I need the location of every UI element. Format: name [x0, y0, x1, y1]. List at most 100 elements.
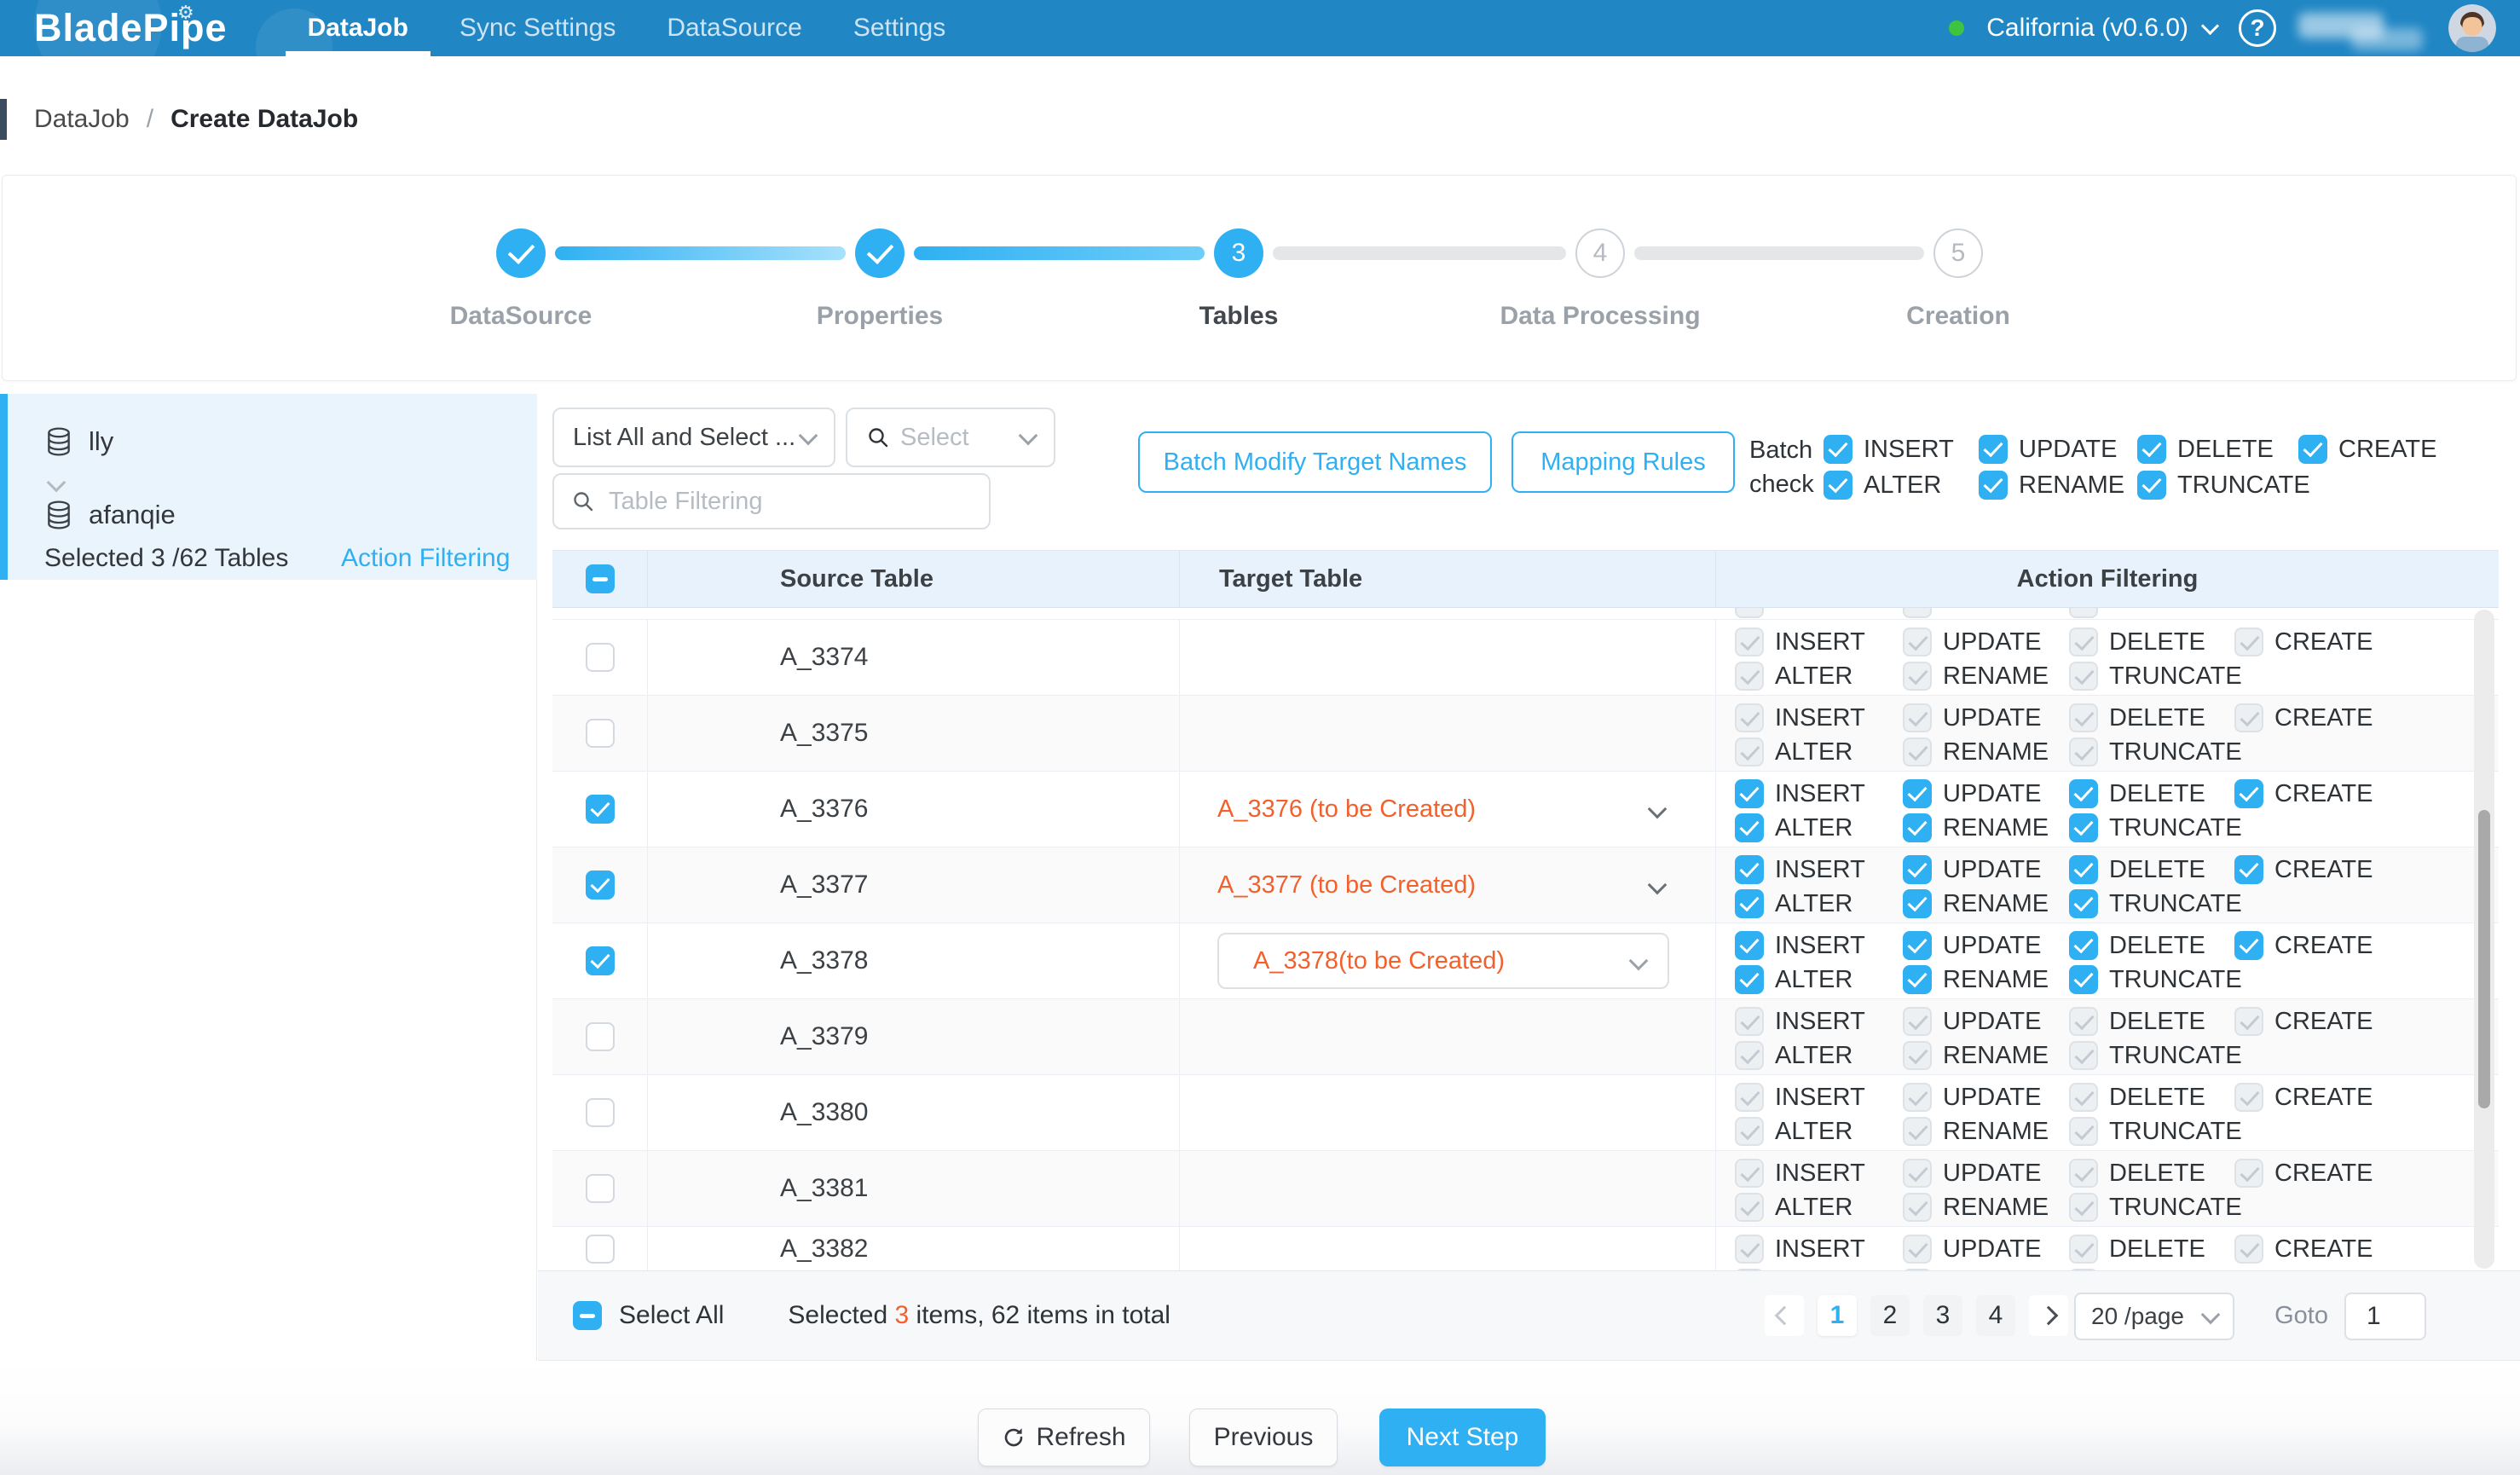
action-checkbox-delete[interactable]: [2069, 779, 2098, 808]
action-checkbox-alter[interactable]: [1735, 889, 1764, 918]
mapping-rules-button[interactable]: Mapping Rules: [1511, 431, 1735, 493]
step-connector: [1273, 246, 1566, 260]
row-checkbox[interactable]: [586, 1174, 615, 1203]
row-checkbox[interactable]: [586, 643, 615, 672]
action-filter-item: INSERT: [1735, 1159, 1865, 1188]
target-table-name[interactable]: A_3376 (to be Created): [1217, 795, 1476, 824]
batch-checkbox-create[interactable]: [2298, 435, 2327, 464]
breadcrumb-parent[interactable]: DataJob: [34, 105, 130, 134]
nav-right-cluster: California (v0.6.0) ?: [1949, 4, 2496, 52]
select-all-header-checkbox[interactable]: [586, 564, 615, 593]
action-checkbox-rename[interactable]: [1903, 889, 1932, 918]
action-checkbox-alter[interactable]: [1735, 813, 1764, 842]
page-button-1[interactable]: 1: [1818, 1295, 1857, 1336]
goto-page-input[interactable]: [2344, 1293, 2426, 1340]
batch-checkbox-delete[interactable]: [2137, 435, 2166, 464]
help-icon[interactable]: ?: [2239, 9, 2276, 47]
source-db-name: lly: [89, 426, 113, 457]
source-db-row: lly: [44, 426, 113, 457]
wizard-stepper: 3 4 5 DataSource Properties Tables Data …: [2, 175, 2517, 381]
nav-item-settings[interactable]: Settings: [828, 0, 971, 56]
list-mode-dropdown[interactable]: List All and Select ...: [552, 408, 835, 467]
breadcrumb-accent-bar: [0, 99, 7, 140]
next-step-button[interactable]: Next Step: [1379, 1408, 1546, 1466]
row-checkbox[interactable]: [586, 795, 615, 824]
batch-modify-target-names-button[interactable]: Batch Modify Target Names: [1138, 431, 1492, 493]
target-table-select[interactable]: A_3378(to be Created): [1217, 933, 1669, 989]
select-all-checkbox[interactable]: [573, 1301, 602, 1330]
page-size-select[interactable]: 20 /page: [2074, 1293, 2234, 1340]
row-checkbox[interactable]: [586, 1235, 615, 1264]
chevron-right-icon: [2039, 1306, 2059, 1326]
action-checkbox-delete: [2069, 1007, 2098, 1036]
action-filter-item: RENAME: [1903, 889, 2049, 918]
action-checkbox-update: [1903, 703, 1932, 732]
previous-button[interactable]: Previous: [1189, 1408, 1338, 1466]
user-avatar[interactable]: [2448, 4, 2496, 52]
batch-checkbox-insert[interactable]: [1824, 435, 1852, 464]
action-checkbox-rename: [1903, 738, 1932, 766]
action-checkbox-delete: [2069, 1235, 2098, 1264]
action-filter-item: RENAME: [1903, 1041, 2049, 1070]
action-checkbox-truncate: [2069, 662, 2098, 691]
page-button-3[interactable]: 3: [1923, 1295, 1962, 1336]
action-filter-item: TRUNCATE: [2069, 738, 2242, 766]
cluster-selector[interactable]: California (v0.6.0): [1986, 14, 2217, 43]
action-checkbox-truncate[interactable]: [2069, 965, 2098, 994]
row-checkbox[interactable]: [586, 946, 615, 975]
action-checkbox-create[interactable]: [2234, 779, 2263, 808]
nav-item-sync-settings[interactable]: Sync Settings: [434, 0, 641, 56]
action-filtering-link[interactable]: Action Filtering: [341, 544, 510, 573]
batch-checkbox-alter[interactable]: [1824, 471, 1852, 500]
target-db-name: afanqie: [89, 500, 176, 530]
action-checkbox-create[interactable]: [2234, 931, 2263, 960]
action-filter-item: RENAME: [1903, 662, 2049, 691]
action-filter-item: TRUNCATE: [2069, 1117, 2242, 1146]
chevron-down-icon[interactable]: [1648, 800, 1667, 819]
action-filter-item: UPDATE: [1903, 1159, 2041, 1188]
batch-checkbox-truncate[interactable]: [2137, 471, 2166, 500]
source-table-name: A_3375: [780, 719, 868, 748]
refresh-button[interactable]: Refresh: [978, 1408, 1150, 1466]
page-button-2[interactable]: 2: [1870, 1295, 1910, 1336]
action-checkbox-insert[interactable]: [1735, 779, 1764, 808]
table-select-dropdown[interactable]: Select: [846, 408, 1055, 467]
action-checkbox-truncate[interactable]: [2069, 889, 2098, 918]
action-checkbox-update[interactable]: [1903, 931, 1932, 960]
action-filter-item: ALTER: [1735, 1117, 1852, 1146]
batch-checkbox-rename[interactable]: [1979, 471, 2008, 500]
chevron-down-icon[interactable]: [1648, 876, 1667, 895]
action-checkbox-update[interactable]: [1903, 779, 1932, 808]
table-scrollbar-thumb[interactable]: [2478, 810, 2490, 1108]
row-checkbox[interactable]: [586, 871, 615, 899]
action-filter-item: UPDATE: [1903, 779, 2041, 808]
action-checkbox-truncate: [2069, 1117, 2098, 1146]
source-table-name: A_3382: [780, 1235, 868, 1264]
target-table-name[interactable]: A_3377 (to be Created): [1217, 871, 1476, 899]
action-checkbox-delete[interactable]: [2069, 931, 2098, 960]
action-checkbox-rename[interactable]: [1903, 813, 1932, 842]
action-checkbox-alter[interactable]: [1735, 965, 1764, 994]
nav-item-datasource[interactable]: DataSource: [641, 0, 827, 56]
prev-page-button[interactable]: [1765, 1295, 1804, 1336]
row-checkbox[interactable]: [586, 1098, 615, 1127]
batch-action-rename: RENAME: [1979, 471, 2124, 500]
action-filter-item: INSERT: [1735, 931, 1865, 960]
action-checkbox-create[interactable]: [2234, 855, 2263, 884]
nav-item-datajob[interactable]: DataJob: [282, 0, 434, 56]
action-checkbox-truncate[interactable]: [2069, 813, 2098, 842]
batch-checkbox-update[interactable]: [1979, 435, 2008, 464]
step-label-data-processing: Data Processing: [1500, 302, 1700, 331]
action-checkbox-update[interactable]: [1903, 855, 1932, 884]
datasource-pair-item[interactable]: lly afanqie Selected 3 /62 Tables Action…: [0, 394, 537, 580]
row-checkbox[interactable]: [586, 719, 615, 748]
row-checkbox[interactable]: [586, 1022, 615, 1051]
action-checkbox-delete[interactable]: [2069, 855, 2098, 884]
action-checkbox-rename[interactable]: [1903, 965, 1932, 994]
action-filter-item: UPDATE: [1903, 1083, 2041, 1112]
next-page-button[interactable]: [2029, 1295, 2068, 1336]
action-checkbox-insert[interactable]: [1735, 855, 1764, 884]
action-checkbox-insert[interactable]: [1735, 931, 1764, 960]
page-button-4[interactable]: 4: [1976, 1295, 2015, 1336]
table-filter-input[interactable]: [607, 487, 972, 517]
